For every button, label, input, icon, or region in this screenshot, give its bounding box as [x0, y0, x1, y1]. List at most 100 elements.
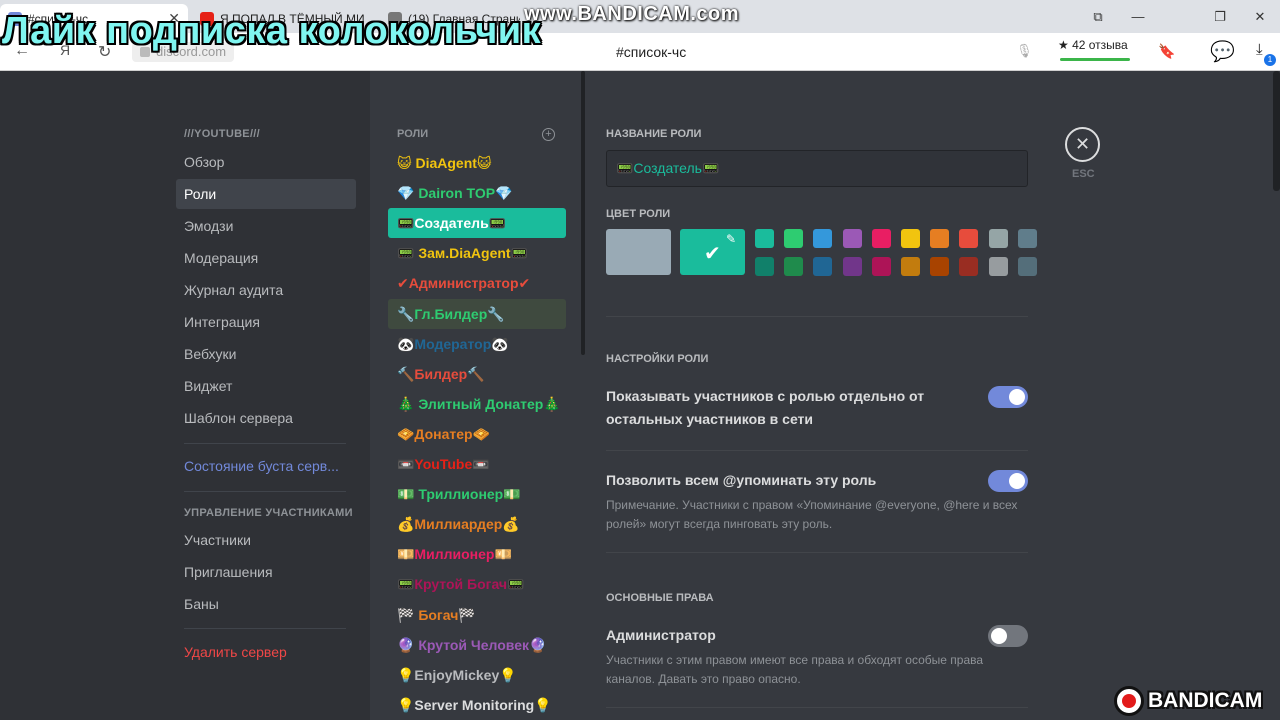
sidebar-item-roles[interactable]: Роли: [176, 179, 356, 209]
color-swatch[interactable]: [813, 257, 833, 276]
color-swatch[interactable]: [755, 229, 774, 248]
sidebar-item-widget[interactable]: Виджет: [176, 371, 356, 401]
bandicam-logo-text: BANDICAM: [1148, 689, 1263, 712]
rating-text: ★ 42 отзыва: [1058, 38, 1128, 52]
divider: [606, 707, 1028, 708]
administrator-permission-title: Администратор: [606, 627, 716, 643]
add-role-icon[interactable]: +: [542, 128, 555, 141]
member-management-header: УПРАВЛЕНИЕ УЧАСТНИКАМИ: [184, 507, 353, 519]
role-item[interactable]: 💰Миллиардер💰: [388, 509, 566, 539]
download-icon[interactable]: ⤓: [1256, 41, 1263, 58]
restore-icon[interactable]: ❐: [1198, 0, 1242, 33]
divider: [606, 316, 1028, 317]
video-caption-overlay: Лайк подписка колокольчик: [2, 10, 542, 52]
server-name-header: ///YOUTUBE///: [184, 128, 261, 140]
color-swatch[interactable]: [901, 257, 920, 276]
close-settings-icon[interactable]: ✕: [1065, 127, 1100, 162]
delete-server-button[interactable]: Удалить сервер: [176, 637, 356, 667]
color-swatch[interactable]: [842, 257, 862, 276]
color-swatch[interactable]: [871, 257, 891, 276]
sidebar-item-invites[interactable]: Приглашения: [176, 557, 356, 587]
sidebar-item-server-template[interactable]: Шаблон сервера: [176, 403, 356, 433]
color-swatch[interactable]: [959, 229, 979, 248]
mention-option-title: Позволить всем @упоминать эту роль: [606, 472, 877, 488]
color-swatch[interactable]: [784, 229, 804, 248]
color-swatch[interactable]: [871, 229, 891, 248]
color-swatch[interactable]: [930, 229, 950, 248]
bookmark-icon[interactable]: 🔖: [1158, 43, 1175, 60]
sidebar-item-overview[interactable]: Обзор: [176, 147, 356, 177]
sidebar-item-webhooks[interactable]: Вебхуки: [176, 339, 356, 369]
color-swatch[interactable]: [959, 257, 979, 276]
bandicam-logo: BANDICAM: [1114, 684, 1262, 718]
color-swatch[interactable]: [784, 257, 804, 276]
checkmark-icon: ✔: [704, 243, 721, 265]
role-item[interactable]: 🔮 Крутой Человек🔮: [388, 630, 566, 660]
role-item[interactable]: 🐼Модератор🐼: [388, 329, 566, 359]
sidebar-item-integrations[interactable]: Интеграция: [176, 307, 356, 337]
hoist-toggle[interactable]: [988, 386, 1028, 408]
general-permissions-header: ОСНОВНЫЕ ПРАВА: [606, 592, 714, 604]
page-scrollbar[interactable]: [1273, 71, 1280, 191]
close-window-icon[interactable]: ✕: [1238, 0, 1280, 33]
toggle-knob: [1009, 389, 1025, 405]
role-item[interactable]: 😺 DiaAgent😺: [388, 148, 566, 178]
divider: [606, 552, 1028, 553]
color-swatch[interactable]: [755, 257, 774, 276]
role-item[interactable]: 🔨Билдер🔨: [388, 359, 566, 389]
role-item[interactable]: 💎 Dairon TOP💎: [388, 178, 566, 208]
sidebar-divider: [184, 443, 346, 444]
roles-header: РОЛИ: [397, 128, 429, 140]
color-swatch[interactable]: [988, 257, 1008, 276]
sidebar-item-members[interactable]: Участники: [176, 525, 356, 555]
page-title: #список-чс: [616, 44, 687, 60]
default-color-swatch[interactable]: [606, 229, 671, 275]
color-swatch[interactable]: [1017, 257, 1037, 276]
role-item[interactable]: 🎄 Элитный Донатер🎄: [388, 389, 566, 419]
color-swatch[interactable]: [988, 229, 1008, 248]
tab-menu-icon[interactable]: ⧉: [1076, 0, 1120, 33]
role-name-input[interactable]: 📟Создатель📟: [606, 150, 1028, 187]
color-swatch[interactable]: [813, 229, 833, 248]
administrator-permission-note: Участники с этим правом имеют все права …: [606, 653, 984, 686]
role-item[interactable]: 💡Server Monitoring💡: [388, 690, 566, 720]
role-settings-header: НАСТРОЙКИ РОЛИ: [606, 353, 709, 365]
sidebar-item-boost-status[interactable]: Состояние буста серв...: [176, 451, 356, 481]
mention-option-note: Примечание. Участники с правом «Упоминан…: [606, 498, 1018, 531]
role-item[interactable]: 🔧Гл.Билдер🔧: [388, 298, 566, 329]
color-swatch[interactable]: [901, 229, 920, 248]
role-item[interactable]: 💵 Триллионер💵: [388, 479, 566, 509]
role-item[interactable]: 📟 Зам.DiaAgent📟: [388, 238, 566, 268]
divider: [606, 450, 1028, 451]
sidebar-divider: [184, 628, 346, 629]
role-item[interactable]: 📟Крутой Богач📟: [388, 569, 566, 599]
role-item[interactable]: 📟Создатель📟: [388, 208, 566, 239]
role-item[interactable]: ✔Администратор✔: [388, 268, 566, 298]
mention-toggle[interactable]: [988, 470, 1028, 492]
toggle-knob: [991, 628, 1007, 644]
eyedropper-icon: ✎: [726, 232, 737, 246]
rating-bar: [1060, 58, 1130, 61]
role-color-label: ЦВЕТ РОЛИ: [606, 208, 671, 220]
role-item[interactable]: 🏁 Богач🏁: [388, 600, 566, 630]
role-item[interactable]: 🧇Донатер🧇: [388, 419, 566, 449]
sidebar-divider: [184, 491, 346, 492]
administrator-toggle[interactable]: [988, 625, 1028, 647]
color-swatch[interactable]: [842, 229, 862, 248]
role-item[interactable]: 💡EnjoyMickey💡: [388, 660, 566, 690]
bandicam-watermark: www.BANDICAM.com: [524, 3, 740, 25]
reviews-rating[interactable]: ★ 42 отзыва: [1058, 38, 1134, 64]
microphone-icon[interactable]: 🎙: [1016, 43, 1033, 59]
color-swatch[interactable]: [1017, 229, 1037, 248]
sidebar-item-audit-log[interactable]: Журнал аудита: [176, 275, 356, 305]
color-swatch[interactable]: [930, 257, 950, 276]
sidebar-item-moderation[interactable]: Модерация: [176, 243, 356, 273]
sidebar-item-emoji[interactable]: Эмодзи: [176, 211, 356, 241]
toggle-knob: [1009, 473, 1025, 489]
role-item[interactable]: 📼YouTube📼: [388, 449, 566, 479]
chat-icon[interactable]: 💬: [1210, 39, 1235, 64]
record-icon: [1114, 686, 1144, 716]
minimize-icon[interactable]: —: [1116, 0, 1160, 33]
sidebar-item-bans[interactable]: Баны: [176, 589, 356, 619]
role-item[interactable]: 💴Миллионер💴: [388, 539, 566, 569]
